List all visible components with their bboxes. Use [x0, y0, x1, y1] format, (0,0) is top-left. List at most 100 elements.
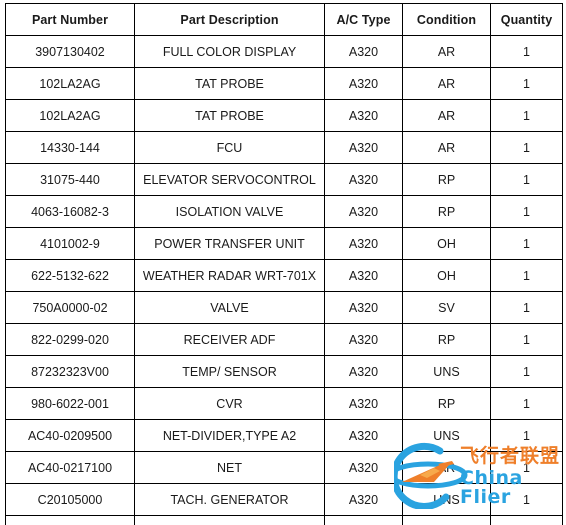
cell-ac-type: A320 [325, 68, 403, 100]
cell-quantity: 1 [491, 68, 563, 100]
cell-ac-type: A320 [325, 228, 403, 260]
cell-condition: UNS [403, 484, 491, 516]
cell-condition: OH [403, 228, 491, 260]
column-header-part-description: Part Description [135, 4, 325, 36]
cell-condition: RP [403, 196, 491, 228]
cell-part-description: POWER TRANSFER UNIT [135, 228, 325, 260]
cell-part-number: 87232323V00 [6, 356, 135, 388]
table-row: 87232323V00 TEMP/ SENSOR A320 UNS 1 [6, 356, 563, 388]
cell-part-description [135, 516, 325, 525]
cell-ac-type: A320 [325, 164, 403, 196]
cell-part-number: AC40-0209500 [6, 420, 135, 452]
cell-part-number: 980-6022-001 [6, 388, 135, 420]
column-header-ac-type: A/C Type [325, 4, 403, 36]
cell-quantity: 1 [491, 260, 563, 292]
cell-part-number: 4063-16082-3 [6, 196, 135, 228]
cell-ac-type: A320 [325, 292, 403, 324]
table-row: 102LA2AG TAT PROBE A320 AR 1 [6, 68, 563, 100]
cell-ac-type: A320 [325, 132, 403, 164]
cell-part-number: 3907130402 [6, 36, 135, 68]
table-row: 980-6022-001 CVR A320 RP 1 [6, 388, 563, 420]
table-row: AC40-0217100 NET A320 AR 1 [6, 452, 563, 484]
cell-part-number [6, 516, 135, 525]
cell-condition: AR [403, 68, 491, 100]
cell-quantity: 1 [491, 452, 563, 484]
cell-quantity [491, 516, 563, 525]
cell-quantity: 1 [491, 388, 563, 420]
table-body: 3907130402 FULL COLOR DISPLAY A320 AR 1 … [6, 36, 563, 525]
cell-quantity: 1 [491, 196, 563, 228]
cell-quantity: 1 [491, 324, 563, 356]
cell-part-number: 31075-440 [6, 164, 135, 196]
table-row: AC40-0209500 NET-DIVIDER,TYPE A2 A320 UN… [6, 420, 563, 452]
table-row: 31075-440 ELEVATOR SERVOCONTROL A320 RP … [6, 164, 563, 196]
cell-part-number: AC40-0217100 [6, 452, 135, 484]
cell-part-number: 14330-144 [6, 132, 135, 164]
cell-part-description: TAT PROBE [135, 100, 325, 132]
cell-part-description: FULL COLOR DISPLAY [135, 36, 325, 68]
cell-part-number: 750A0000-02 [6, 292, 135, 324]
cell-quantity: 1 [491, 132, 563, 164]
table-row-partial [6, 516, 563, 525]
table-row: 3907130402 FULL COLOR DISPLAY A320 AR 1 [6, 36, 563, 68]
cell-condition: RP [403, 164, 491, 196]
table-row: 822-0299-020 RECEIVER ADF A320 RP 1 [6, 324, 563, 356]
cell-condition [403, 516, 491, 525]
cell-quantity: 1 [491, 484, 563, 516]
cell-ac-type: A320 [325, 388, 403, 420]
cell-ac-type: A320 [325, 356, 403, 388]
cell-quantity: 1 [491, 36, 563, 68]
cell-condition: UNS [403, 356, 491, 388]
table-row: 4063-16082-3 ISOLATION VALVE A320 RP 1 [6, 196, 563, 228]
cell-condition: RP [403, 324, 491, 356]
cell-part-description: VALVE [135, 292, 325, 324]
cell-ac-type: A320 [325, 100, 403, 132]
cell-quantity: 1 [491, 100, 563, 132]
cell-part-description: TEMP/ SENSOR [135, 356, 325, 388]
cell-part-description: CVR [135, 388, 325, 420]
cell-part-description: ELEVATOR SERVOCONTROL [135, 164, 325, 196]
cell-condition: AR [403, 100, 491, 132]
cell-part-description: FCU [135, 132, 325, 164]
column-header-quantity: Quantity [491, 4, 563, 36]
cell-quantity: 1 [491, 292, 563, 324]
cell-ac-type: A320 [325, 324, 403, 356]
cell-part-description: RECEIVER ADF [135, 324, 325, 356]
cell-condition: AR [403, 452, 491, 484]
cell-condition: UNS [403, 420, 491, 452]
table-header: Part Number Part Description A/C Type Co… [6, 4, 563, 36]
cell-part-description: NET [135, 452, 325, 484]
cell-condition: AR [403, 132, 491, 164]
cell-part-description: TACH. GENERATOR [135, 484, 325, 516]
cell-quantity: 1 [491, 356, 563, 388]
table-row: 14330-144 FCU A320 AR 1 [6, 132, 563, 164]
column-header-part-number: Part Number [6, 4, 135, 36]
table-row: 622-5132-622 WEATHER RADAR WRT-701X A320… [6, 260, 563, 292]
cell-ac-type: A320 [325, 260, 403, 292]
cell-ac-type: A320 [325, 484, 403, 516]
cell-part-number: 102LA2AG [6, 68, 135, 100]
cell-quantity: 1 [491, 420, 563, 452]
parts-table: Part Number Part Description A/C Type Co… [5, 3, 563, 525]
cell-part-number: 4101002-9 [6, 228, 135, 260]
cell-condition: AR [403, 36, 491, 68]
cell-ac-type: A320 [325, 420, 403, 452]
table-row: 102LA2AG TAT PROBE A320 AR 1 [6, 100, 563, 132]
cell-part-number: 822-0299-020 [6, 324, 135, 356]
cell-ac-type: A320 [325, 196, 403, 228]
cell-quantity: 1 [491, 228, 563, 260]
cell-part-number: C20105000 [6, 484, 135, 516]
cell-ac-type: A320 [325, 36, 403, 68]
cell-part-description: TAT PROBE [135, 68, 325, 100]
cell-ac-type [325, 516, 403, 525]
cell-quantity: 1 [491, 164, 563, 196]
column-header-condition: Condition [403, 4, 491, 36]
cell-part-number: 102LA2AG [6, 100, 135, 132]
cell-condition: OH [403, 260, 491, 292]
table-header-row: Part Number Part Description A/C Type Co… [6, 4, 563, 36]
cell-part-description: WEATHER RADAR WRT-701X [135, 260, 325, 292]
cell-part-description: NET-DIVIDER,TYPE A2 [135, 420, 325, 452]
table-row: 4101002-9 POWER TRANSFER UNIT A320 OH 1 [6, 228, 563, 260]
cell-part-number: 622-5132-622 [6, 260, 135, 292]
cell-ac-type: A320 [325, 452, 403, 484]
